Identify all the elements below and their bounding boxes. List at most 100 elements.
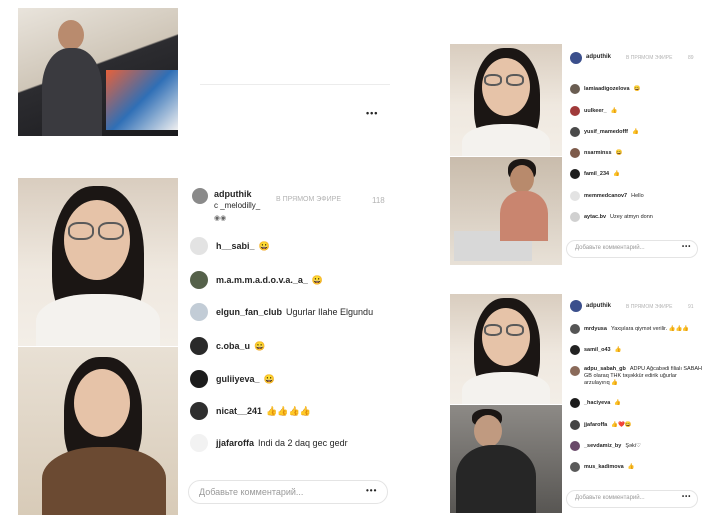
screen-display [106, 70, 178, 130]
comment-avatar[interactable] [570, 106, 580, 116]
comment-avatar[interactable] [190, 271, 208, 289]
comment-username[interactable]: c.oba_u [216, 341, 250, 351]
host-username[interactable]: adputhik [214, 189, 252, 199]
comment-avatar[interactable] [570, 345, 580, 355]
comment-text: Şəki♡ [625, 443, 641, 449]
top-right-more-button[interactable]: ••• [682, 244, 691, 250]
comment-username[interactable]: uulkeer_ [584, 108, 607, 114]
live-label: В ПРЯМОМ ЭФИРЕ [626, 55, 673, 61]
comment-text: 👍👍👍👍 [266, 406, 311, 416]
top-post-more-button[interactable]: ••• [366, 108, 378, 118]
comment-text: 👍 [610, 108, 618, 114]
bottom-right-comment-input[interactable]: Добавьте комментарий... [566, 490, 698, 508]
comment-text: 😀 [615, 150, 623, 156]
comment-username[interactable]: adpu_sabah_gb [584, 366, 626, 372]
comment-row: jjafaroffa 👍❤️😀 [584, 422, 632, 428]
comment-avatar[interactable] [570, 212, 580, 222]
comment-username[interactable]: lamiaadigozelova [584, 86, 630, 92]
comment-row: mrdyusa Yaxşılara qiymət verilir. 👍👍👍 [584, 326, 689, 332]
top-right-video-top [450, 44, 562, 156]
main-more-button[interactable]: ••• [366, 486, 377, 495]
comment-username[interactable]: mrdyusa [584, 326, 607, 332]
comment-row: _haciyeva 👍 [584, 400, 621, 406]
comment-text: Ugurlar Ilahe Elgundu [286, 307, 374, 317]
host-avatar[interactable] [192, 188, 208, 204]
comment-username[interactable]: nicat__241 [216, 406, 262, 416]
comment-avatar[interactable] [570, 84, 580, 94]
comment-text: 👍 [627, 464, 635, 470]
comment-username[interactable]: memmedcanov7 [584, 193, 627, 199]
viewer-count: 89 [688, 55, 694, 61]
comment-username[interactable]: jjafaroffa [216, 438, 254, 448]
main-comment-input[interactable]: Добавьте комментарий... [188, 480, 388, 504]
comment-username[interactable]: aytac.bv [584, 214, 606, 220]
comment-text: 👍 [613, 171, 620, 177]
comment-avatar[interactable] [190, 237, 208, 255]
comment-avatar[interactable] [190, 303, 208, 321]
bottom-right-video-bottom [450, 405, 562, 513]
comment-avatar[interactable] [570, 366, 580, 376]
comment-avatar[interactable] [190, 370, 208, 388]
comment-username[interactable]: elgun_fan_club [216, 307, 282, 317]
bottom-right-more-button[interactable]: ••• [682, 494, 691, 500]
comment-username[interactable]: _haciyeva [584, 400, 610, 406]
comment-text: 😀 [633, 86, 641, 92]
comment-username[interactable]: mus_kadimova [584, 464, 624, 470]
comment-avatar[interactable] [570, 127, 580, 137]
main-video-top [18, 178, 178, 346]
comment-text: 👍 [632, 129, 639, 135]
speaker-photo [18, 8, 178, 136]
speaker-head [58, 20, 84, 50]
host-avatar[interactable] [570, 300, 582, 312]
comment-username[interactable]: yusif_mamedofff [584, 129, 628, 135]
live-label: В ПРЯМОМ ЭФИРЕ [276, 196, 341, 203]
comment-placeholder: Добавьте комментарий... [575, 245, 645, 251]
join-avatars: ◉◉ [214, 215, 227, 222]
comment-avatar[interactable] [570, 398, 580, 408]
comment-text: Yaxşılara qiymət verilir. 👍👍👍 [610, 326, 690, 332]
comment-avatar[interactable] [570, 420, 580, 430]
comment-row: famil_234 👍 [584, 171, 620, 177]
comment-avatar[interactable] [190, 402, 208, 420]
top-right-comment-input[interactable]: Добавьте комментарий... [566, 240, 698, 258]
comment-placeholder: Добавьте комментарий... [199, 487, 304, 497]
comment-username[interactable]: m.a.m.m.a.d.o.v.a._a_ [216, 275, 308, 285]
comment-row: aytac.bv Uzey atmyn donn [584, 214, 653, 220]
comment-text: 😀 [263, 374, 275, 384]
comment-avatar[interactable] [570, 148, 580, 158]
comment-avatar[interactable] [570, 191, 580, 201]
host-username[interactable]: adputhik [586, 303, 611, 309]
host-username[interactable]: adputhik [586, 54, 611, 60]
divider [200, 84, 390, 85]
comment-avatar[interactable] [570, 441, 580, 451]
comment-row: m.a.m.m.a.d.o.v.a._a_ 😀 [216, 275, 323, 286]
comment-row: c.oba_u 😀 [216, 341, 265, 352]
live-label: В ПРЯМОМ ЭФИРЕ [626, 304, 673, 310]
comment-avatar[interactable] [570, 324, 580, 334]
comment-username[interactable]: jjafaroffa [584, 422, 607, 428]
comment-row: samil_o43 👍 [584, 347, 621, 353]
comment-row: mus_kadimova 👍 [584, 464, 635, 470]
comment-avatar[interactable] [570, 169, 580, 179]
comment-text: 😀 [258, 241, 270, 251]
comment-row: adpu_sabah_gb ADPU Ağcabədi filialı SABAH… [584, 366, 704, 387]
comment-username[interactable]: _sevdamiz_by [584, 443, 621, 449]
comment-username[interactable]: guliiyeva_ [216, 374, 260, 384]
with-label[interactable]: с _melodilly_ [214, 201, 260, 210]
host-avatar[interactable] [570, 52, 582, 64]
comment-avatar[interactable] [190, 337, 208, 355]
comment-username[interactable]: h__sabi_ [216, 241, 255, 251]
comment-username[interactable]: famil_234 [584, 171, 609, 177]
comment-row: h__sabi_ 😀 [216, 241, 270, 252]
comment-text: 👍 [614, 347, 622, 353]
comment-username[interactable]: samil_o43 [584, 347, 611, 353]
comment-username[interactable]: nsarminss [584, 150, 612, 156]
comment-avatar[interactable] [190, 434, 208, 452]
comment-row: yusif_mamedofff 👍 [584, 129, 639, 135]
comment-text: 👍 [614, 400, 622, 406]
comment-row: memmedcanov7 Hello [584, 193, 644, 199]
comment-avatar[interactable] [570, 462, 580, 472]
comment-placeholder: Добавьте комментарий... [575, 495, 645, 501]
bottom-right-video-top [450, 294, 562, 404]
comment-text: 😀 [311, 275, 324, 285]
